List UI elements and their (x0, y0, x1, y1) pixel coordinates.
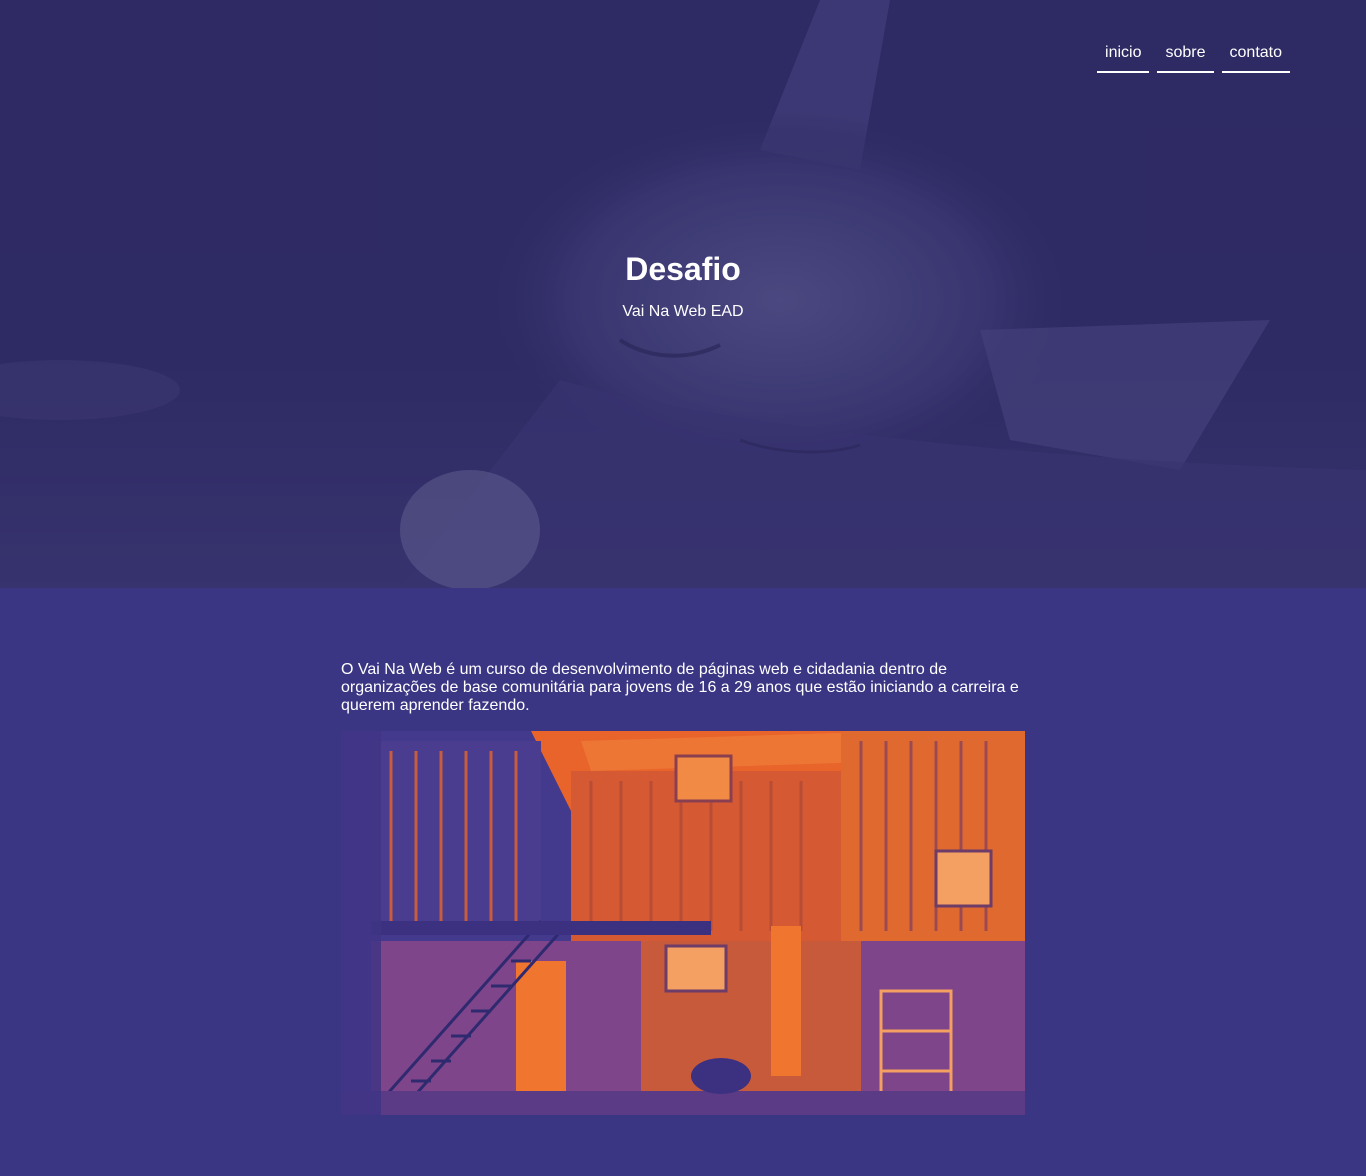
nav-link-inicio[interactable]: inicio (1097, 34, 1150, 73)
page-subtitle: Vai Na Web EAD (622, 303, 744, 320)
page-title: Desafio (625, 251, 741, 287)
main-nav: inicio sobre contato (1097, 34, 1290, 73)
hero-overlay (0, 0, 1366, 588)
nav-link-sobre[interactable]: sobre (1157, 34, 1214, 73)
container-building-photo (341, 731, 1025, 1115)
nav-link-contato[interactable]: contato (1221, 34, 1290, 73)
intro-paragraph: O Vai Na Web é um curso de desenvolvimen… (341, 661, 1019, 714)
about-section: O Vai Na Web é um curso de desenvolvimen… (0, 588, 1366, 1176)
hero-section: inicio sobre contato Desafio Vai Na Web … (0, 0, 1366, 588)
